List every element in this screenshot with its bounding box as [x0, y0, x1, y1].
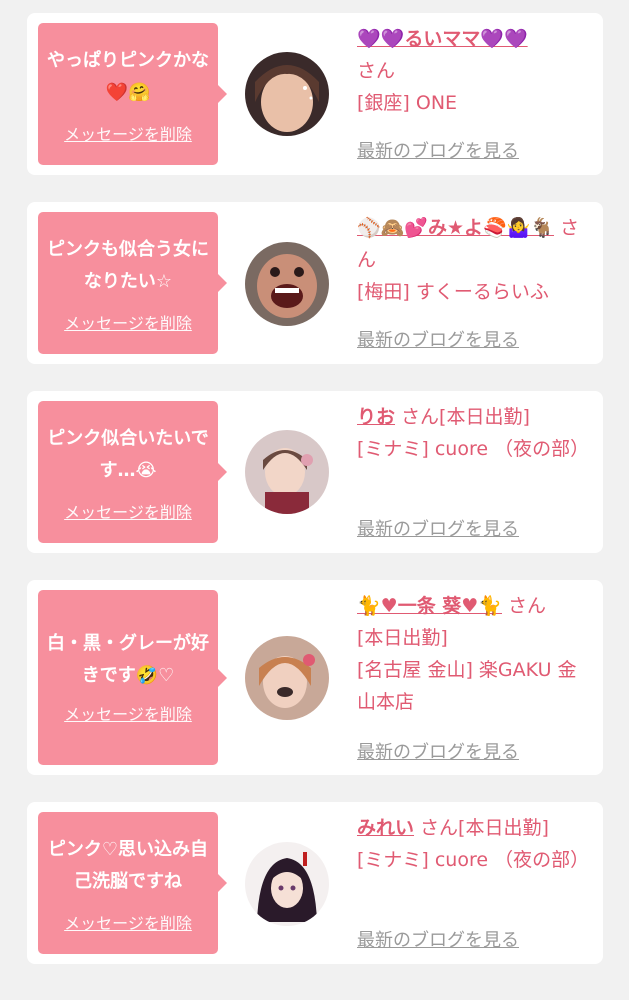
store-name: [名古屋 金山] 楽GAKU 金山本店 — [357, 659, 577, 713]
avatar[interactable] — [245, 842, 329, 926]
message-card: 白・黒・グレーが好きです🤣♡ メッセージを削除 🐈♥一条 葵♥🐈 さん [本日出勤… — [27, 580, 603, 775]
honorific: さん — [420, 817, 459, 839]
message-list: やっぱりピンクかな❤️🤗 メッセージを削除 💜💜るいママ💜💜 さん [銀座] O… — [0, 0, 629, 1000]
cast-status: [本日出勤] — [458, 817, 549, 839]
cast-info: みれい さん[本日出勤] [ミナミ] cuore （夜の部） — [357, 812, 593, 876]
honorific: さん — [508, 595, 547, 617]
avatar[interactable] — [245, 636, 329, 720]
store-name: [梅田] すくーるらいふ — [357, 281, 549, 303]
avatar[interactable] — [245, 52, 329, 136]
cast-info: 🐈♥一条 葵♥🐈 さん [本日出勤] [名古屋 金山] 楽GAKU 金山本店 — [357, 590, 593, 718]
message-card: ピンク似合いたいです…😭 メッセージを削除 りお さん[本日出勤] [ミナミ] c… — [27, 391, 603, 553]
honorific: さん — [401, 406, 440, 428]
message-text: やっぱりピンクかな❤️🤗 — [47, 50, 209, 103]
message-bubble: 白・黒・グレーが好きです🤣♡ メッセージを削除 — [38, 590, 227, 765]
message-bubble: ピンク似合いたいです…😭 メッセージを削除 — [38, 401, 227, 543]
avatar[interactable] — [245, 242, 329, 326]
store-name: [ミナミ] cuore （夜の部） — [357, 438, 590, 460]
delete-message-link[interactable]: メッセージを削除 — [38, 310, 218, 334]
latest-blog-link[interactable]: 最新のブログを見る — [357, 738, 519, 764]
message-text: ピンク似合いたいです…😭 — [47, 428, 209, 481]
message-bubble: ピンクも似合う女になりたい☆ メッセージを削除 — [38, 212, 227, 354]
store-name: [ミナミ] cuore （夜の部） — [357, 849, 590, 871]
store-name: [銀座] ONE — [357, 92, 458, 114]
cast-info: 💜💜るいママ💜💜 さん [銀座] ONE — [357, 23, 593, 119]
delete-message-link[interactable]: メッセージを削除 — [38, 499, 218, 523]
cast-status: [本日出勤] — [439, 406, 530, 428]
honorific: さん — [357, 60, 396, 82]
message-text: ピンク♡思い込み自己洗脳ですね — [47, 839, 209, 892]
cast-status: [本日出勤] — [357, 627, 448, 649]
message-text: ピンクも似合う女になりたい☆ — [47, 239, 209, 292]
cast-name-link[interactable]: 💜💜るいママ💜💜 — [357, 28, 528, 50]
cast-name-link[interactable]: ⚾🙈💕み★よ🍣🤷‍♀️🐐 — [357, 217, 554, 239]
message-text: 白・黒・グレーが好きです🤣♡ — [47, 633, 209, 686]
cast-name-link[interactable]: みれい — [357, 817, 414, 839]
delete-message-link[interactable]: メッセージを削除 — [38, 910, 218, 934]
message-bubble: やっぱりピンクかな❤️🤗 メッセージを削除 — [38, 23, 227, 165]
message-bubble: ピンク♡思い込み自己洗脳ですね メッセージを削除 — [38, 812, 227, 954]
latest-blog-link[interactable]: 最新のブログを見る — [357, 137, 519, 163]
cast-name-link[interactable]: 🐈♥一条 葵♥🐈 — [357, 595, 502, 617]
avatar[interactable] — [245, 430, 329, 514]
delete-message-link[interactable]: メッセージを削除 — [38, 121, 218, 145]
latest-blog-link[interactable]: 最新のブログを見る — [357, 926, 519, 952]
cast-info: りお さん[本日出勤] [ミナミ] cuore （夜の部） — [357, 401, 593, 465]
delete-message-link[interactable]: メッセージを削除 — [38, 701, 218, 725]
cast-info: ⚾🙈💕み★よ🍣🤷‍♀️🐐 さん [梅田] すくーるらいふ — [357, 212, 593, 308]
cast-name-link[interactable]: りお — [357, 406, 395, 428]
message-card: やっぱりピンクかな❤️🤗 メッセージを削除 💜💜るいママ💜💜 さん [銀座] O… — [27, 13, 603, 175]
latest-blog-link[interactable]: 最新のブログを見る — [357, 515, 519, 541]
message-card: ピンクも似合う女になりたい☆ メッセージを削除 ⚾🙈💕み★よ🍣🤷‍♀️🐐 さん … — [27, 202, 603, 364]
message-card: ピンク♡思い込み自己洗脳ですね メッセージを削除 みれい さん[本日出勤] [ミナ… — [27, 802, 603, 964]
latest-blog-link[interactable]: 最新のブログを見る — [357, 326, 519, 352]
